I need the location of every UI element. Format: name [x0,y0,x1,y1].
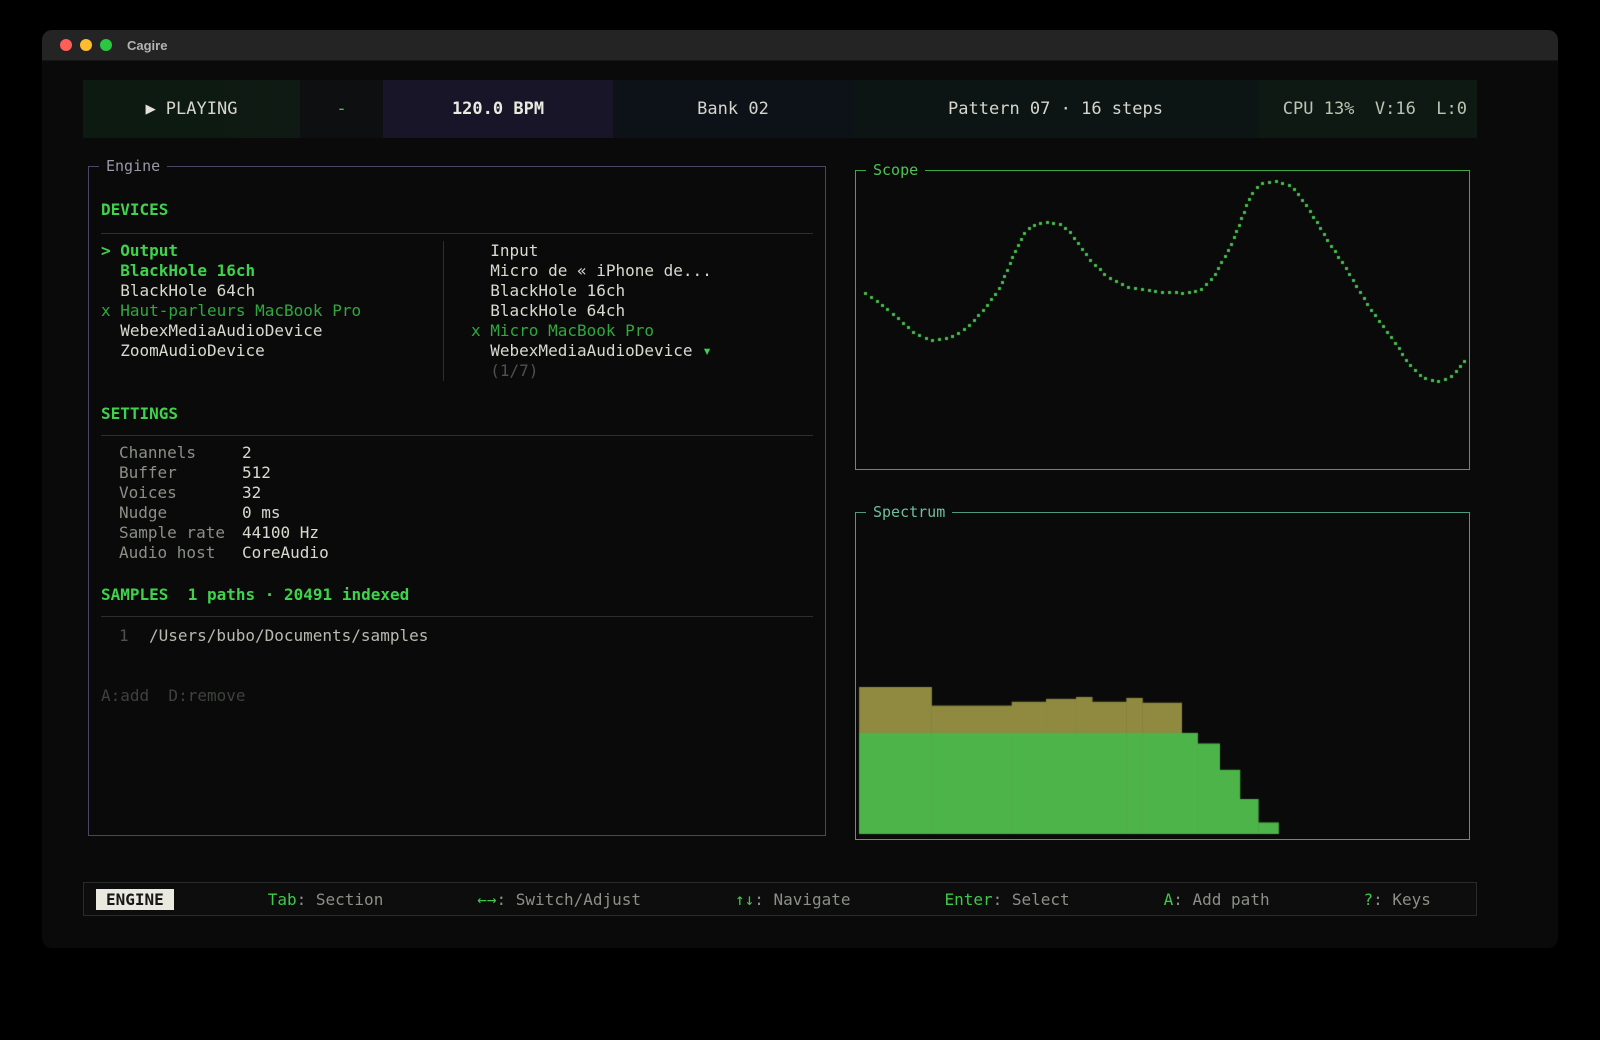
status-bar: ENGINE Tab: Section←→: Switch/Adjust↑↓: … [83,882,1477,916]
spectrum-panel: Spectrum [855,512,1470,840]
devices-heading: DEVICES [101,200,168,219]
device-row[interactable]: Input [471,241,712,261]
settings-list: Channels2Buffer512Voices32Nudge0 msSampl… [119,443,329,563]
pattern-display[interactable]: Pattern 07 · 16 steps [853,80,1258,138]
play-icon: ▶ [146,99,156,119]
device-row[interactable]: Micro de « iPhone de... [471,261,712,281]
divider [101,616,813,617]
samples-heading: SAMPLES 1 paths · 20491 indexed [101,585,409,604]
scope-waveform-canvas [856,171,1469,469]
close-button[interactable] [60,39,72,51]
setting-value[interactable]: 2 [242,443,252,462]
device-column-divider [443,241,444,381]
setting-value[interactable]: 44100 Hz [242,523,319,542]
key-desc: : Switch/Adjust [497,890,642,909]
device-row[interactable]: x Haut-parleurs MacBook Pro [101,301,361,321]
bpm-display[interactable]: 120.0 BPM [383,80,613,138]
device-row[interactable]: BlackHole 64ch [101,281,361,301]
transport-dash: - [300,80,383,138]
bank-display[interactable]: Bank 02 [613,80,853,138]
device-row[interactable]: x Micro MacBook Pro [471,321,712,341]
spectrum-canvas [856,513,1469,839]
key-hint: ←→: Switch/Adjust [477,890,641,909]
scroll-down-icon: ▾ [702,341,712,360]
key-name: A [1164,890,1174,909]
key-hint: ?: Keys [1364,890,1431,909]
setting-value[interactable]: 0 ms [242,503,281,522]
key-hint: A: Add path [1164,890,1270,909]
setting-value[interactable]: CoreAudio [242,543,329,562]
device-row[interactable]: WebexMediaAudioDevice ▾ [471,341,712,361]
key-name: ←→ [477,890,496,909]
settings-row[interactable]: Voices32 [119,483,329,503]
path-text: /Users/bubo/Documents/samples [149,626,428,645]
setting-label: Buffer [119,463,242,483]
app-window: Cagire ▶ PLAYING - 120.0 BPM Bank 02 Patt… [42,30,1558,948]
scope-panel: Scope [855,170,1470,470]
titlebar: Cagire [42,30,1558,61]
window-title: Cagire [127,38,167,53]
screen: Cagire ▶ PLAYING - 120.0 BPM Bank 02 Patt… [0,0,1600,1040]
engine-panel-title: Engine [99,156,167,176]
key-hint: ↑↓: Navigate [735,890,851,909]
key-hint: Enter: Select [944,890,1069,909]
device-row[interactable]: BlackHole 16ch [471,281,712,301]
settings-row[interactable]: Nudge0 ms [119,503,329,523]
key-hint: Tab: Section [268,890,384,909]
mode-badge: ENGINE [96,889,174,910]
path-row[interactable]: 1/Users/bubo/Documents/samples [119,626,428,646]
output-device-list: > Output BlackHole 16ch BlackHole 64chx … [101,241,361,361]
key-name: ? [1364,890,1374,909]
key-desc: : Keys [1373,890,1431,909]
device-row[interactable]: BlackHole 64ch [471,301,712,321]
transport-status: ▶ PLAYING [83,80,300,138]
device-row[interactable]: > Output [101,241,361,261]
device-row[interactable]: ZoomAudioDevice [101,341,361,361]
transport-label: PLAYING [166,99,238,119]
setting-label: Nudge [119,503,242,523]
key-name: Enter [944,890,992,909]
setting-label: Sample rate [119,523,242,543]
key-desc: : Select [993,890,1070,909]
key-name: ↑↓ [735,890,754,909]
divider [101,233,813,234]
key-desc: : Navigate [754,890,850,909]
settings-row[interactable]: Sample rate44100 Hz [119,523,329,543]
cpu-stats: CPU 13% V:16 L:0 [1258,80,1477,138]
key-name: Tab [268,890,297,909]
settings-row[interactable]: Buffer512 [119,463,329,483]
key-desc: : Add path [1173,890,1269,909]
device-row[interactable]: (1/7) [471,361,712,381]
setting-value[interactable]: 512 [242,463,271,482]
settings-row[interactable]: Audio hostCoreAudio [119,543,329,563]
zoom-button[interactable] [100,39,112,51]
device-row[interactable]: BlackHole 16ch [101,261,361,281]
key-desc: : Section [297,890,384,909]
samples-hint: A:add D:remove [101,686,246,705]
setting-label: Voices [119,483,242,503]
setting-label: Channels [119,443,242,463]
setting-label: Audio host [119,543,242,563]
device-row[interactable]: WebexMediaAudioDevice [101,321,361,341]
traffic-lights [60,39,112,51]
transport-bar: ▶ PLAYING - 120.0 BPM Bank 02 Pattern 07 … [83,80,1477,138]
path-index: 1 [119,626,149,646]
engine-panel: Engine DEVICES > Output BlackHole 16ch B… [88,166,826,836]
settings-row[interactable]: Channels2 [119,443,329,463]
divider [101,435,813,436]
samples-path-list: 1/Users/bubo/Documents/samples [119,626,428,646]
settings-heading: SETTINGS [101,404,178,423]
minimize-button[interactable] [80,39,92,51]
setting-value[interactable]: 32 [242,483,261,502]
input-device-list: Input Micro de « iPhone de... BlackHole … [471,241,712,381]
